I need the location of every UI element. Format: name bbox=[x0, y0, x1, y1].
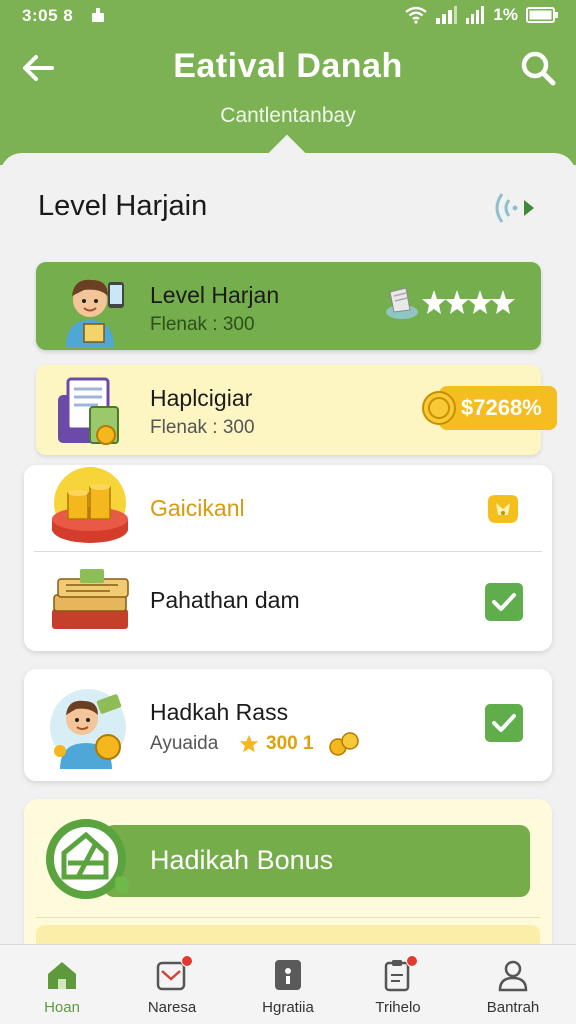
nav-tasks-badge bbox=[406, 955, 418, 967]
battery-percent: 1% bbox=[493, 5, 518, 24]
points-card-checkbox[interactable] bbox=[485, 704, 523, 742]
cash-stack-icon bbox=[52, 569, 129, 629]
nav-graphics[interactable]: Hgratiia bbox=[240, 945, 336, 1024]
signal-icon bbox=[436, 6, 458, 24]
boy-phone-icon bbox=[66, 279, 124, 348]
check-icon bbox=[492, 714, 516, 732]
battery-icon bbox=[526, 7, 558, 23]
nav-tasks[interactable]: Trihelo bbox=[350, 945, 446, 1024]
coin-stack-icon bbox=[52, 467, 128, 543]
coins-icon bbox=[329, 732, 359, 756]
points-card-title: Hadkah Rass bbox=[150, 699, 289, 725]
check-icon bbox=[492, 593, 516, 611]
nav-profile-label: Bantrah bbox=[486, 999, 540, 1016]
signal-icon-2 bbox=[466, 6, 485, 24]
nav-tasks-label: Trihelo bbox=[375, 999, 421, 1016]
bonus-section: Hadikah Bonus bbox=[24, 799, 552, 965]
boy-coins-icon bbox=[50, 689, 126, 769]
price-text: $7268% bbox=[461, 395, 542, 420]
level-card[interactable]: Level Harjan Flenak : 300 bbox=[36, 262, 541, 350]
level-card-title: Level Harjan bbox=[150, 282, 280, 308]
notification-icon bbox=[92, 8, 104, 22]
reward-row-1-title: Gaicikanl bbox=[150, 495, 245, 521]
nav-messages-badge bbox=[181, 955, 193, 967]
nav-profile[interactable]: Bantrah bbox=[465, 945, 561, 1024]
page-subtitle: Cantlentanbay bbox=[220, 104, 356, 127]
sound-play-icon[interactable] bbox=[490, 188, 540, 228]
nav-home[interactable]: Hoan bbox=[14, 945, 110, 1024]
bonus-badge-icon bbox=[46, 819, 129, 899]
level-card-subtitle: Flenak : 300 bbox=[150, 314, 255, 335]
badge-icon bbox=[386, 287, 418, 319]
bonus-button[interactable]: Hadikah Bonus bbox=[104, 825, 530, 897]
nav-home-label: Hoan bbox=[44, 999, 80, 1016]
price-badge[interactable]: $7268% bbox=[439, 386, 557, 430]
nav-messages-label: Naresa bbox=[147, 999, 197, 1016]
star-icon bbox=[239, 734, 259, 753]
reward-row-2[interactable]: Pahathan dam bbox=[24, 553, 552, 651]
document-icon bbox=[275, 960, 301, 990]
purchase-card-title: Haplcigiar bbox=[150, 385, 253, 411]
status-icons: 1% bbox=[405, 5, 558, 25]
home-icon bbox=[48, 962, 76, 989]
page-title: Eatival Danah bbox=[173, 47, 403, 85]
purchase-card-subtitle: Flenak : 300 bbox=[150, 417, 255, 438]
status-time: 3:05 8 bbox=[22, 6, 74, 25]
wifi-icon bbox=[405, 6, 428, 24]
rating-stars bbox=[422, 290, 515, 314]
section-title: Level Harjain bbox=[38, 190, 208, 222]
reward-row-2-checkbox[interactable] bbox=[485, 583, 523, 621]
bonus-label: Hadikah Bonus bbox=[150, 845, 334, 875]
points-card-subtitle: Ayuaida bbox=[150, 733, 219, 754]
bottom-nav: Hoan Naresa Hgratiia Trihelo Bantrah bbox=[0, 944, 576, 1024]
points-card[interactable]: Hadkah Rass Ayuaida 300 1 bbox=[24, 669, 552, 781]
bonus-divider bbox=[36, 917, 540, 918]
nav-graphics-label: Hgratiia bbox=[262, 999, 314, 1016]
row-divider bbox=[34, 551, 542, 552]
search-icon[interactable] bbox=[516, 46, 560, 90]
points-value: 300 1 bbox=[266, 733, 314, 754]
user-icon bbox=[498, 960, 528, 992]
reward-group-card: Gaicikanl Pahathan dam bbox=[24, 465, 552, 651]
crown-icon bbox=[488, 495, 518, 523]
reward-row-1[interactable]: Gaicikanl bbox=[24, 465, 552, 551]
documents-icon bbox=[58, 377, 119, 445]
reward-row-2-title: Pahathan dam bbox=[150, 587, 300, 613]
purchase-card[interactable]: Haplcigiar Flenak : 300 $7268% bbox=[36, 365, 557, 455]
status-bar: 3:05 8 1% bbox=[0, 0, 576, 32]
coin-icon bbox=[422, 391, 456, 425]
nav-messages[interactable]: Naresa bbox=[124, 945, 220, 1024]
